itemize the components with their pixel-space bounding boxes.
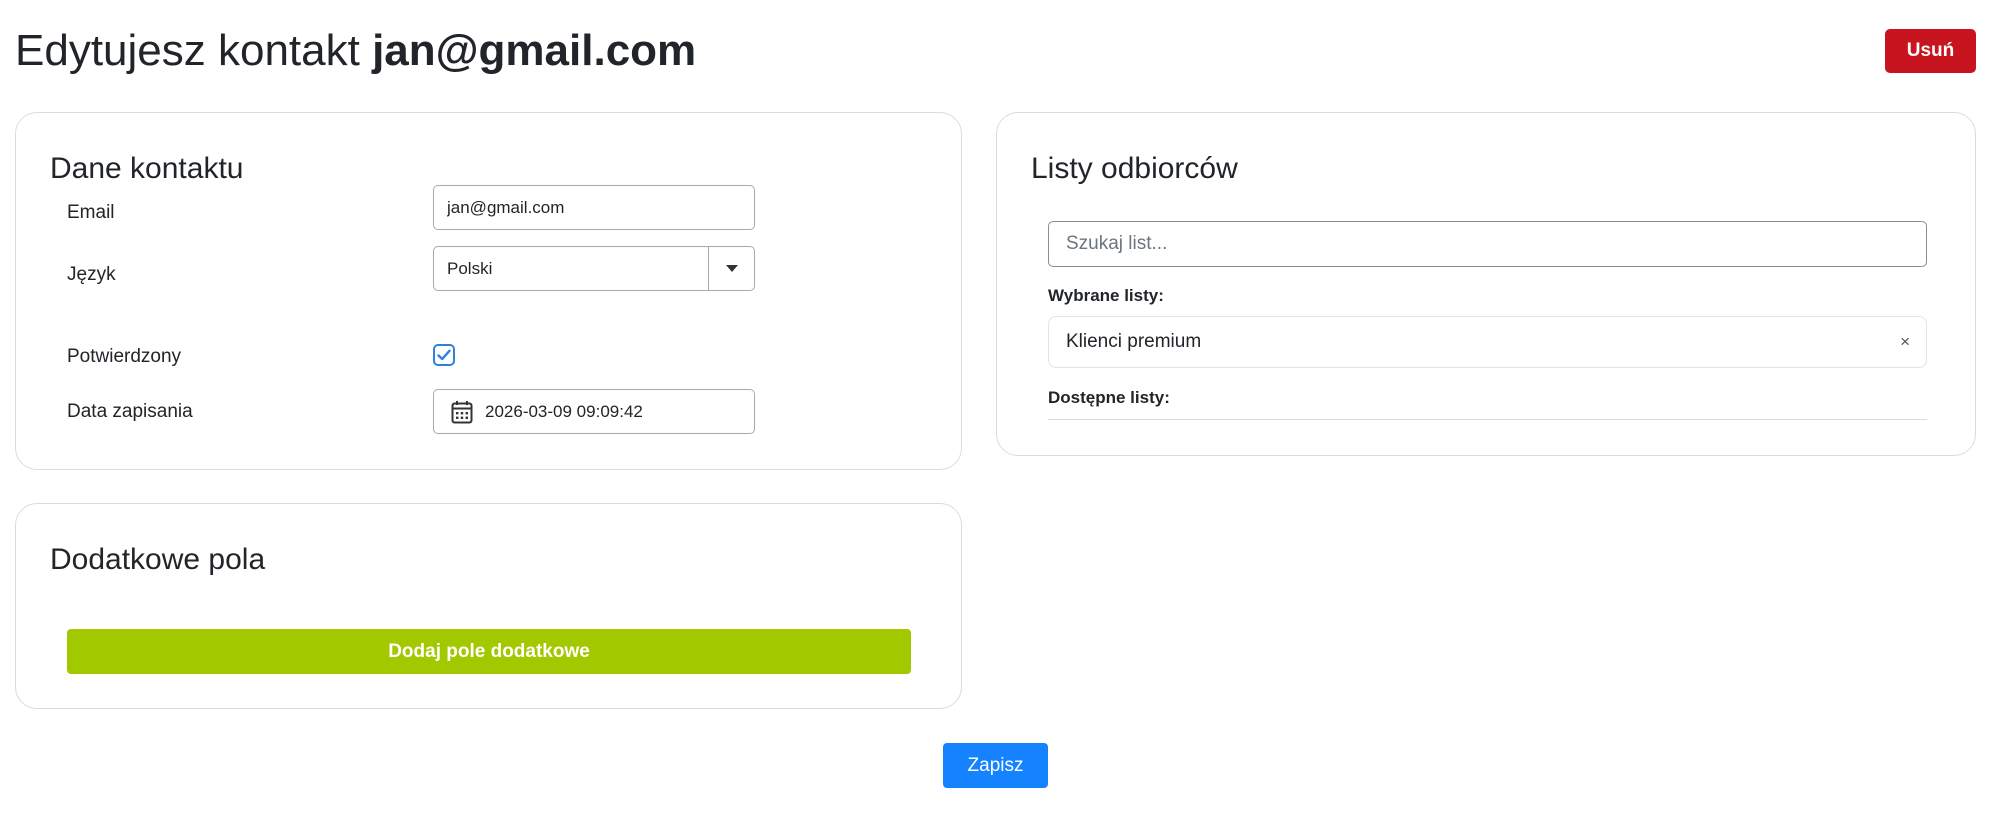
page-title-prefix: Edytujesz kontakt: [15, 26, 373, 75]
saved-date-label: Data zapisania: [67, 401, 193, 422]
check-icon: [437, 349, 451, 361]
available-lists-label: Dostępne listy:: [1048, 388, 1170, 407]
save-button[interactable]: Zapisz: [943, 743, 1048, 788]
page-title-email: jan@gmail.com: [372, 26, 697, 75]
language-select[interactable]: Polski: [433, 246, 755, 291]
email-field[interactable]: [434, 186, 754, 229]
additional-fields-title: Dodatkowe pola: [50, 543, 266, 576]
selected-list-item: Klienci premium ×: [1048, 316, 1927, 368]
list-search-input[interactable]: [1049, 222, 1926, 266]
language-select-toggle[interactable]: [708, 247, 754, 290]
recipient-lists-card: Listy odbiorców Wybrane listy: Klienci p…: [996, 112, 1976, 456]
calendar-icon: [451, 401, 473, 424]
caret-down-icon: [725, 265, 738, 272]
language-label: Język: [67, 264, 116, 285]
delete-button[interactable]: Usuń: [1885, 29, 1976, 73]
saved-date-value: 2026-03-09 09:09:42: [485, 402, 643, 421]
confirmed-label: Potwierdzony: [67, 346, 182, 367]
page-title: Edytujesz kontakt jan@gmail.com: [15, 20, 696, 82]
contact-details-card: Dane kontaktu Email Język Polski Potwier…: [15, 112, 962, 470]
list-search-wrapper: [1048, 221, 1927, 267]
recipient-lists-title: Listy odbiorców: [1031, 152, 1238, 185]
selected-list-label: Klienci premium: [1066, 331, 1202, 352]
available-lists-divider: [1048, 419, 1927, 420]
contact-details-title: Dane kontaktu: [50, 152, 244, 185]
confirmed-checkbox[interactable]: [433, 344, 455, 366]
add-field-button[interactable]: Dodaj pole dodatkowe: [67, 629, 911, 674]
language-select-value: Polski: [447, 259, 493, 278]
saved-date-field[interactable]: 2026-03-09 09:09:42: [433, 389, 755, 434]
email-field-wrapper: [433, 185, 755, 230]
additional-fields-card: Dodatkowe pola Dodaj pole dodatkowe: [15, 503, 962, 709]
close-icon[interactable]: ×: [1900, 317, 1910, 367]
email-label: Email: [67, 202, 115, 223]
selected-lists-label: Wybrane listy:: [1048, 286, 1164, 305]
